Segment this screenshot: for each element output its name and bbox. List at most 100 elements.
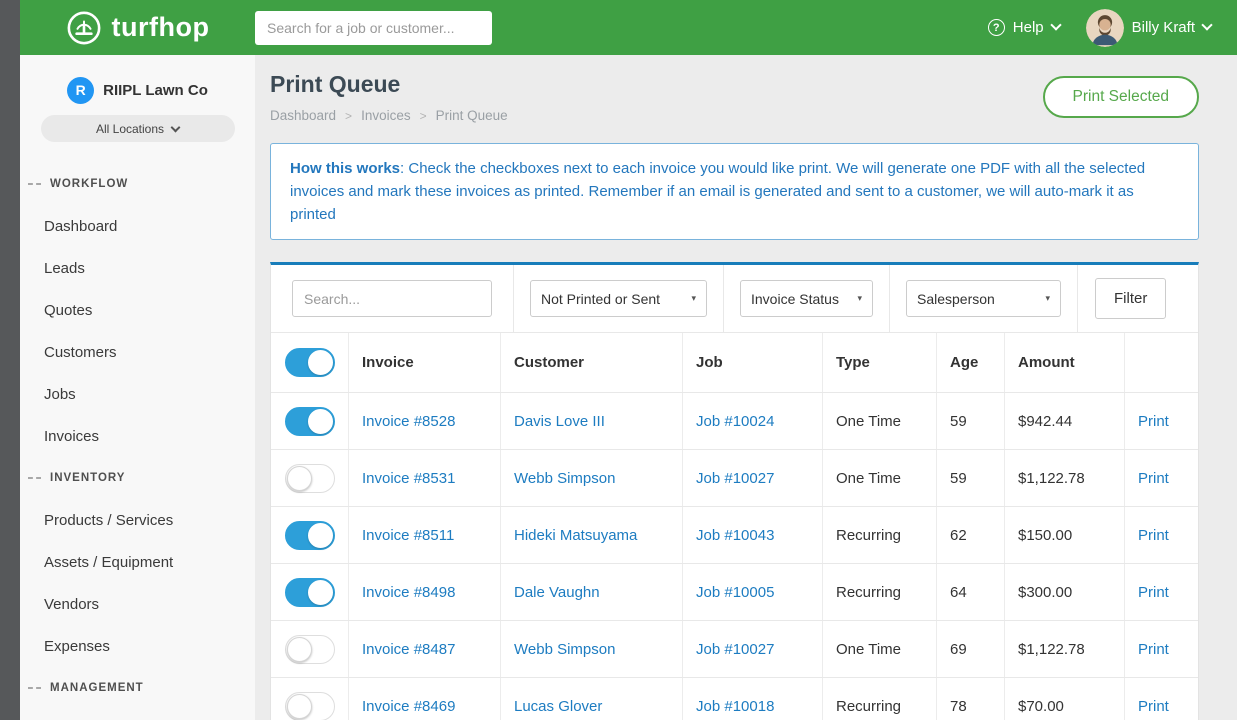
invoice-type: One Time [823,393,937,449]
help-icon: ? [988,19,1005,36]
breadcrumb-invoices[interactable]: Invoices [361,108,411,123]
breadcrumb: Dashboard > Invoices > Print Queue [270,108,508,123]
sidebar-item-dashboard[interactable]: Dashboard [20,218,117,235]
invoice-age: 62 [937,507,1005,563]
invoice-link[interactable]: Invoice #8487 [362,641,455,658]
table-header-row: Invoice Customer Job Type Age Amount [271,332,1198,392]
col-header-invoice: Invoice [349,333,501,392]
print-link[interactable]: Print [1138,584,1169,601]
print-link[interactable]: Print [1138,527,1169,544]
invoice-table: Invoice Customer Job Type Age Amount Inv… [271,332,1198,720]
col-header-actions [1125,333,1198,392]
customer-link[interactable]: Dale Vaughn [514,584,600,601]
row-select-toggle[interactable] [285,407,335,436]
user-name: Billy Kraft [1132,19,1195,36]
sidebar-item-jobs[interactable]: Jobs [20,386,76,403]
customer-link[interactable]: Webb Simpson [514,470,615,487]
info-lead: How this works [290,160,400,177]
job-link[interactable]: Job #10024 [696,413,774,430]
section-label: MANAGEMENT [50,682,144,694]
row-select-toggle[interactable] [285,464,335,493]
col-header-amount: Amount [1005,333,1125,392]
help-label: Help [1013,19,1044,36]
table-row: Invoice #8528 Davis Love III Job #10024 … [271,392,1198,449]
invoice-link[interactable]: Invoice #8469 [362,698,455,715]
print-selected-button[interactable]: Print Selected [1043,76,1200,118]
breadcrumb-separator-icon: > [345,109,352,123]
invoice-amount: $300.00 [1005,564,1125,620]
job-link[interactable]: Job #10027 [696,641,774,658]
sidebar-item-expenses[interactable]: Expenses [20,638,110,655]
section-workflow: WORKFLOW [20,163,255,205]
brand-name: turfhop [112,12,210,43]
toggle-knob [287,694,312,719]
job-link[interactable]: Job #10018 [696,698,774,715]
table-row: Invoice #8511 Hideki Matsuyama Job #1004… [271,506,1198,563]
section-reports: REPORTS [20,709,255,720]
user-menu[interactable]: Billy Kraft [1086,9,1211,47]
invoice-type: One Time [823,621,937,677]
caret-down-icon: ▾ [857,293,862,304]
breadcrumb-current: Print Queue [436,108,508,123]
table-row: Invoice #8469 Lucas Glover Job #10018 Re… [271,677,1198,720]
topbar: turfhop ? Help Billy Kraft [20,0,1237,55]
global-search-input[interactable] [255,11,492,45]
row-select-toggle[interactable] [285,578,335,607]
toggle-knob [287,466,312,491]
invoice-amount: $1,122.78 [1005,621,1125,677]
breadcrumb-dashboard[interactable]: Dashboard [270,108,336,123]
print-link[interactable]: Print [1138,470,1169,487]
salesperson-select[interactable]: Salesperson ▾ [906,280,1061,317]
sidebar-item-assets-equipment[interactable]: Assets / Equipment [20,554,173,571]
sidebar: R RIIPL Lawn Co All Locations WORKFLOW D… [20,55,255,720]
invoice-link[interactable]: Invoice #8498 [362,584,455,601]
filter-button[interactable]: Filter [1095,278,1166,319]
job-link[interactable]: Job #10005 [696,584,774,601]
how-this-works-info: How this works: Check the checkboxes nex… [270,143,1199,240]
company-switcher[interactable]: R RIIPL Lawn Co [20,55,255,107]
job-link[interactable]: Job #10043 [696,527,774,544]
customer-link[interactable]: Davis Love III [514,413,605,430]
printed-status-select[interactable]: Not Printed or Sent ▾ [530,280,707,317]
sidebar-item-leads[interactable]: Leads [20,260,85,277]
col-header-age: Age [937,333,1005,392]
section-inventory: INVENTORY [20,457,255,499]
job-link[interactable]: Job #10027 [696,470,774,487]
help-menu[interactable]: ? Help [988,19,1060,36]
sidebar-item-products-services[interactable]: Products / Services [20,512,173,529]
invoice-amount: $942.44 [1005,393,1125,449]
caret-down-icon: ▾ [1045,293,1050,304]
chevron-down-icon [1050,19,1061,30]
locations-dropdown[interactable]: All Locations [41,115,235,142]
invoice-type: Recurring [823,564,937,620]
sidebar-item-quotes[interactable]: Quotes [20,302,92,319]
invoice-type: Recurring [823,507,937,563]
print-link[interactable]: Print [1138,698,1169,715]
toggle-knob [308,523,333,548]
invoice-link[interactable]: Invoice #8511 [362,527,454,544]
invoice-link[interactable]: Invoice #8528 [362,413,455,430]
customer-link[interactable]: Webb Simpson [514,641,615,658]
sidebar-item-invoices[interactable]: Invoices [20,428,99,445]
row-select-toggle[interactable] [285,692,335,720]
invoice-status-select[interactable]: Invoice Status ▾ [740,280,873,317]
info-text: : Check the checkboxes next to each invo… [290,160,1145,223]
avatar [1086,9,1124,47]
filter-bar: Not Printed or Sent ▾ Invoice Status ▾ S… [271,265,1198,332]
row-select-toggle[interactable] [285,521,335,550]
print-link[interactable]: Print [1138,641,1169,658]
invoice-link[interactable]: Invoice #8531 [362,470,455,487]
sidebar-item-customers[interactable]: Customers [20,344,117,361]
customer-link[interactable]: Lucas Glover [514,698,602,715]
row-select-toggle[interactable] [285,635,335,664]
invoice-age: 59 [937,450,1005,506]
brand[interactable]: turfhop [20,10,255,46]
select-all-toggle[interactable] [285,348,335,377]
invoice-amount: $70.00 [1005,678,1125,720]
customer-link[interactable]: Hideki Matsuyama [514,527,637,544]
table-row: Invoice #8531 Webb Simpson Job #10027 On… [271,449,1198,506]
sidebar-item-vendors[interactable]: Vendors [20,596,99,613]
invoice-amount: $1,122.78 [1005,450,1125,506]
print-link[interactable]: Print [1138,413,1169,430]
table-search-input[interactable] [292,280,492,317]
